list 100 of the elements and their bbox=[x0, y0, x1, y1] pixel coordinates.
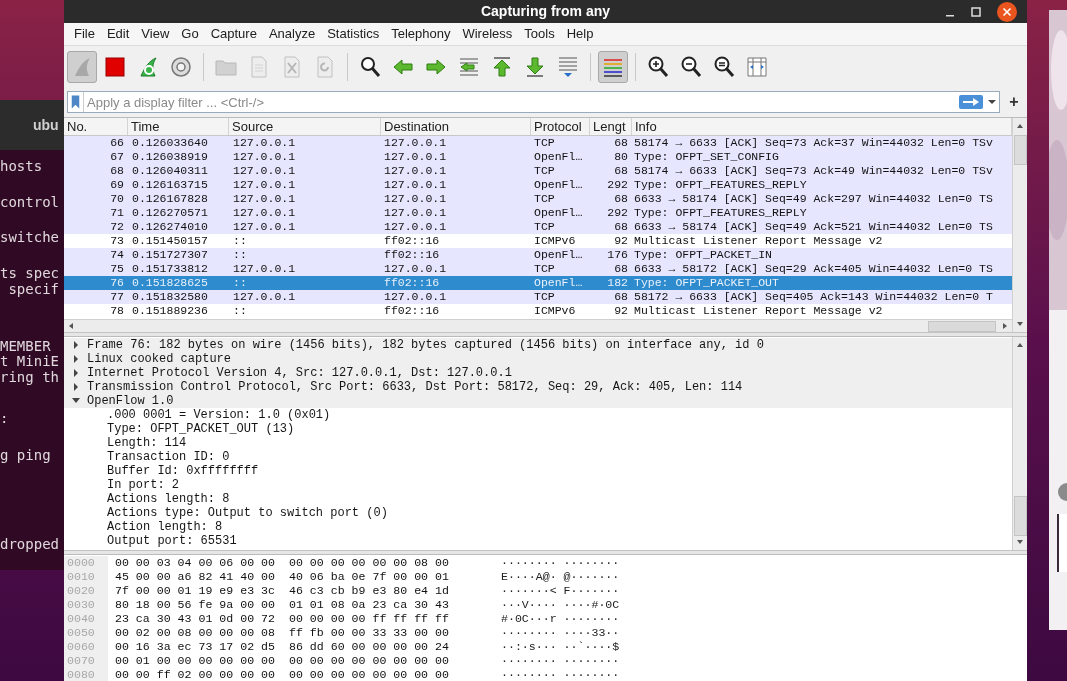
tree-item[interactable]: Action length: 8 bbox=[64, 520, 1012, 534]
packet-row[interactable]: 71 0.126270571 127.0.0.1 127.0.0.1 OpenFl… 292 Type: OFPT_FEATURES_REPLY bbox=[64, 206, 1012, 220]
table-cell-text: 127.0.0.1 bbox=[232, 220, 297, 234]
tree-item[interactable]: Actions type: Output to switch port (0) bbox=[64, 506, 1012, 520]
table-cell-text: 127.0.0.1 bbox=[383, 290, 448, 304]
packet-row[interactable]: 68 0.126040311 127.0.0.1 127.0.0.1 TCP 68 58174 → 6633 [ACK] Seq=73 Ack=49 Win=44032 Len=0 TSv bbox=[64, 164, 1012, 178]
terminal-line: dropped bbox=[0, 536, 59, 552]
byte-offset: 0070 bbox=[66, 654, 96, 668]
ascii-text: ···V···· ····#·0C bbox=[501, 598, 620, 612]
menu-item[interactable]: Capture bbox=[204, 24, 263, 44]
add-filter-button[interactable]: + bbox=[1004, 94, 1024, 110]
scrollbar-thumb[interactable] bbox=[1013, 135, 1027, 165]
scrollbar-thumb[interactable] bbox=[928, 320, 996, 332]
menu-item[interactable]: Analyze bbox=[262, 24, 322, 44]
table-cell-text: 0.151889236 bbox=[131, 304, 209, 318]
table-cell-text: OpenFl… bbox=[533, 276, 584, 290]
table-cell-text: 0.151828625 bbox=[131, 276, 209, 290]
table-cell-text: 70 bbox=[109, 192, 125, 206]
byte-offset: 0060 bbox=[66, 640, 96, 654]
table-cell-text: 58174 → 6633 [ACK] Seq=73 Ack=37 Win=44032 Len=0 TSv bbox=[633, 136, 994, 150]
tree-item[interactable]: Type: OFPT_PACKET_OUT (13) bbox=[64, 422, 1012, 436]
table-cell-text: TCP bbox=[533, 220, 556, 234]
menu-item[interactable]: File bbox=[68, 24, 101, 44]
table-cell-text: 69 bbox=[109, 178, 125, 192]
menu-item[interactable]: View bbox=[135, 24, 176, 44]
tree-item[interactable]: Buffer Id: 0xffffffff bbox=[64, 464, 1012, 478]
tree-item[interactable]: Linux cooked capture bbox=[64, 352, 1012, 366]
table-cell-text: 6633 → 58174 [ACK] Seq=49 Ack=521 Win=44032 Len=0 TS bbox=[633, 220, 994, 234]
search-icon bbox=[358, 55, 382, 79]
tree-item[interactable]: Transaction ID: 0 bbox=[64, 450, 1012, 464]
packet-row[interactable]: 70 0.126167828 127.0.0.1 127.0.0.1 TCP 68 6633 → 58174 [ACK] Seq=49 Ack=297 Win=44032 Len=0 TS bbox=[64, 192, 1012, 206]
packet-row[interactable]: 74 0.151727307 :: ff02::16 OpenFl… 176 Type: OFPT_PACKET_IN bbox=[64, 248, 1012, 262]
menu-item[interactable]: Statistics bbox=[321, 24, 386, 44]
table-cell-text: 0.126163715 bbox=[131, 178, 209, 192]
table-cell-text: Multicast Listener Report Message v2 bbox=[633, 234, 884, 248]
table-cell-text: Multicast Listener Report Message v2 bbox=[633, 304, 884, 318]
packet-row[interactable]: 67 0.126038919 127.0.0.1 127.0.0.1 OpenFl… 80 Type: OFPT_SET_CONFIG bbox=[64, 150, 1012, 164]
packet-row[interactable]: 66 0.126033640 127.0.0.1 127.0.0.1 TCP 68 58174 → 6633 [ACK] Seq=73 Ack=37 Win=44032 Len=0 TSv bbox=[64, 136, 1012, 150]
menu-item[interactable]: Tools bbox=[518, 24, 561, 44]
horizontal-scrollbar[interactable] bbox=[64, 319, 1012, 332]
table-cell-text: 127.0.0.1 bbox=[383, 178, 448, 192]
table-cell-text: Type: OFPT_PACKET_OUT bbox=[633, 276, 780, 290]
menu-item[interactable]: Edit bbox=[100, 24, 136, 44]
table-cell-text: :: bbox=[232, 234, 248, 248]
tree-item[interactable]: Output port: 65531 bbox=[64, 534, 1012, 548]
menu-item[interactable]: Wireless bbox=[456, 24, 519, 44]
hex-bytes: 80 18 00 56 fe 9a 00 00 01 01 08 0a 23 ca 30 43 bbox=[115, 598, 450, 612]
table-cell-text: 127.0.0.1 bbox=[383, 164, 448, 178]
packet-row[interactable]: 77 0.151832580 127.0.0.1 127.0.0.1 TCP 68 58172 → 6633 [ACK] Seq=405 Ack=143 Win=44032 Len=0 T bbox=[64, 290, 1012, 304]
table-cell-text: 127.0.0.1 bbox=[232, 206, 297, 220]
table-cell-text: 127.0.0.1 bbox=[232, 178, 297, 192]
table-cell-text: 0.126274010 bbox=[131, 220, 209, 234]
tree-item[interactable]: .000 0001 = Version: 1.0 (0x01) bbox=[64, 408, 1012, 422]
column-header[interactable]: Time bbox=[128, 118, 229, 135]
ascii-text: ········ ····33·· bbox=[501, 626, 620, 640]
hex-bytes: 45 00 00 a6 82 41 40 00 40 06 ba 0e 7f 00 00 01 bbox=[115, 570, 450, 584]
table-cell-text: Type: OFPT_FEATURES_REPLY bbox=[633, 206, 808, 220]
close-icon[interactable] bbox=[997, 1, 1017, 22]
table-cell-text: 80 bbox=[613, 150, 629, 164]
hex-bytes: 00 16 3a ec 73 17 02 d5 86 dd 60 00 00 00 00 24 bbox=[115, 640, 450, 654]
table-cell-text: 74 bbox=[109, 248, 125, 262]
table-cell-text: 127.0.0.1 bbox=[232, 290, 297, 304]
table-cell-text: 127.0.0.1 bbox=[232, 150, 297, 164]
table-cell-text: 292 bbox=[606, 206, 629, 220]
tree-item[interactable]: Transmission Control Protocol, Src Port: 6633, Dst Port: 58172, Seq: 29, Ack: 405, Len: 114 bbox=[64, 380, 1012, 394]
vertical-scrollbar[interactable] bbox=[1012, 118, 1027, 332]
tree-item[interactable]: Internet Protocol Version 4, Src: 127.0.0.1, Dst: 127.0.0.1 bbox=[64, 366, 1012, 380]
table-cell-text: ff02::16 bbox=[383, 234, 441, 248]
column-header[interactable]: Source bbox=[229, 118, 381, 135]
tree-item-label: Transmission Control Protocol, Src Port: 6633, Dst Port: 58172, Seq: 29, Ack: 405, Len: 114 bbox=[87, 380, 743, 394]
menu-item[interactable]: Telephony bbox=[385, 24, 457, 44]
table-cell-text: 127.0.0.1 bbox=[383, 262, 448, 276]
table-cell-text: Type: OFPT_FEATURES_REPLY bbox=[633, 178, 808, 192]
table-cell-text: 6633 → 58172 [ACK] Seq=29 Ack=405 Win=44032 Len=0 TS bbox=[633, 262, 994, 276]
column-header[interactable]: No. bbox=[64, 118, 128, 135]
packet-row[interactable]: 75 0.151733812 127.0.0.1 127.0.0.1 TCP 68 6633 → 58172 [ACK] Seq=29 Ack=405 Win=44032 Len=0 TS bbox=[64, 262, 1012, 276]
column-header[interactable]: Destination bbox=[381, 118, 531, 135]
table-cell-text: OpenFl… bbox=[533, 150, 584, 164]
scrollbar-thumb[interactable] bbox=[1013, 496, 1027, 536]
table-cell-text: 182 bbox=[606, 276, 629, 290]
menu-item[interactable]: Help bbox=[560, 24, 600, 44]
column-header[interactable]: Protocol bbox=[531, 118, 590, 135]
gear-icon bbox=[169, 55, 193, 79]
tree-item[interactable]: In port: 2 bbox=[64, 478, 1012, 492]
tree-item[interactable]: Length: 114 bbox=[64, 436, 1012, 450]
table-cell-text: TCP bbox=[533, 262, 556, 276]
packet-row[interactable]: 72 0.126274010 127.0.0.1 127.0.0.1 TCP 68 6633 → 58174 [ACK] Seq=49 Ack=521 Win=44032 Len=0 TS bbox=[64, 220, 1012, 234]
packet-row[interactable]: 69 0.126163715 127.0.0.1 127.0.0.1 OpenFl… 292 Type: OFPT_FEATURES_REPLY bbox=[64, 178, 1012, 192]
vertical-scrollbar[interactable] bbox=[1012, 337, 1027, 550]
maximize-icon[interactable] bbox=[971, 6, 981, 17]
column-header[interactable]: Lengt bbox=[590, 118, 632, 135]
menu-item[interactable]: Go bbox=[175, 24, 205, 44]
tree-item[interactable]: OpenFlow 1.0 bbox=[64, 394, 1012, 408]
table-cell-text: OpenFl… bbox=[533, 248, 584, 262]
table-cell-text: 68 bbox=[613, 192, 629, 206]
table-cell-text: 127.0.0.1 bbox=[383, 220, 448, 234]
tree-item-label: Frame 76: 182 bytes on wire (1456 bits), 182 bytes captured (1456 bits) on interface any, id 0 bbox=[87, 338, 764, 352]
ascii-text: ··:·s··· ··`····$ bbox=[501, 640, 620, 654]
tree-item[interactable]: Actions length: 8 bbox=[64, 492, 1012, 506]
tree-item[interactable]: Frame 76: 182 bytes on wire (1456 bits), 182 bytes captured (1456 bits) on interface any, id 0 bbox=[64, 338, 1012, 352]
